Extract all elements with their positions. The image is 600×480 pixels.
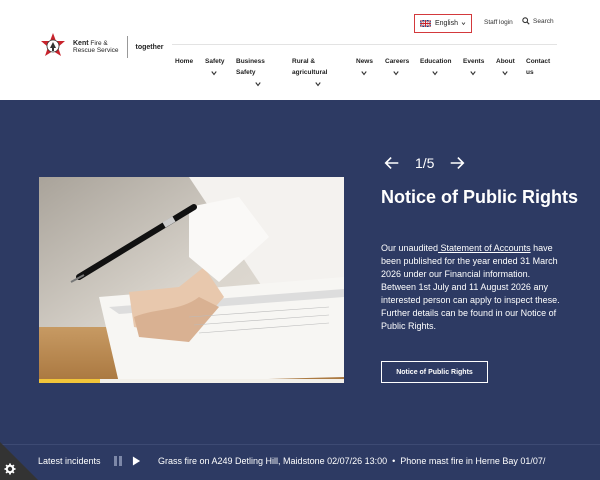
chevron-down-icon [361, 71, 367, 76]
chevron-down-icon [502, 71, 508, 76]
chevron-down-icon [255, 82, 261, 87]
incidents-list: Grass fire on A249 Detling Hill, Maidsto… [158, 456, 600, 466]
chevron-down-icon [393, 71, 399, 76]
pause-icon[interactable] [114, 456, 122, 466]
language-selector[interactable]: English [414, 14, 472, 33]
nav-education-label: Education [420, 58, 452, 65]
nav-business-safety-label: Business Safety [236, 58, 265, 76]
nav-about-label: About [496, 58, 515, 65]
arrow-right-icon[interactable] [448, 154, 466, 172]
nav-safety-label: Safety [205, 58, 225, 65]
search-button[interactable]: Search [522, 17, 554, 25]
incident-separator: • [392, 456, 396, 466]
statement-of-accounts-link[interactable]: Statement of Accounts [438, 243, 531, 253]
hand-signing-document-image [39, 177, 344, 383]
nav-home[interactable]: Home [175, 56, 193, 67]
notice-of-public-rights-button[interactable]: Notice of Public Rights [381, 361, 488, 383]
nav-contact-us-label: Contact us [526, 58, 551, 76]
site-header: Kent Fire & Rescue Service together Engl… [0, 0, 600, 100]
incidents-ticker: Latest incidents Grass fire on A249 Detl… [0, 444, 600, 480]
nav-events-label: Events [463, 58, 485, 65]
nav-business-safety[interactable]: Business Safety [236, 56, 280, 87]
slide-title: Notice of Public Rights [381, 187, 579, 207]
brand-name-line2: Rescue Service [73, 47, 119, 54]
logo-divider [126, 36, 128, 58]
staff-login-link[interactable]: Staff login [484, 19, 513, 26]
chevron-down-icon [470, 71, 476, 76]
arrow-left-icon[interactable] [383, 154, 401, 172]
site-logo[interactable]: Kent Fire & Rescue Service together [38, 32, 164, 62]
slide-body-suffix: have been published for the year ended 3… [381, 243, 560, 331]
brand-name-bold: Kent [73, 39, 89, 47]
kfrs-crest-icon [38, 32, 68, 62]
chevron-down-icon [432, 71, 438, 76]
slide-body-prefix: Our unaudited [381, 243, 439, 253]
nav-safety[interactable]: Safety [205, 56, 225, 76]
latest-incidents-label: Latest incidents [38, 456, 101, 466]
nav-news[interactable]: News [356, 56, 373, 76]
nav-about[interactable]: About [496, 56, 515, 76]
slide-body: Our unaudited Statement of Accounts have… [381, 242, 566, 333]
slide-image [39, 177, 344, 383]
nav-careers[interactable]: Careers [385, 56, 409, 76]
slide-counter: 1/5 [415, 155, 435, 171]
nav-news-label: News [356, 58, 373, 65]
play-icon[interactable] [132, 456, 141, 466]
brand-name-rest: Fire & [90, 39, 108, 47]
chevron-down-icon [211, 71, 217, 76]
nav-education[interactable]: Education [420, 56, 451, 76]
slide-progress-fill [39, 379, 100, 383]
nav-events[interactable]: Events [463, 56, 484, 76]
chevron-down-icon [461, 22, 466, 26]
nav-home-label: Home [175, 58, 194, 65]
incident-item[interactable]: Grass fire on A249 Detling Hill, Maidsto… [158, 456, 387, 466]
slider-controls: 1/5 [383, 154, 466, 172]
utility-divider [172, 44, 557, 45]
nav-rural-agricultural-label: Rural & agricultural [292, 58, 328, 76]
nav-rural-agricultural[interactable]: Rural & agricultural [292, 56, 344, 87]
incident-item[interactable]: Phone mast fire in Herne Bay 01/07/ [400, 456, 545, 466]
search-label: Search [533, 17, 554, 25]
nav-careers-label: Careers [385, 58, 410, 65]
cookie-settings-button[interactable] [0, 440, 40, 480]
nav-contact-us[interactable]: Contact us [526, 56, 556, 78]
chevron-down-icon [315, 82, 321, 87]
slide-progress-bar [39, 379, 344, 383]
uk-flag-icon [419, 19, 432, 28]
language-label: English [435, 20, 458, 27]
brand-name: Kent Fire & Rescue Service [73, 40, 119, 55]
brand-tagline: together [135, 43, 164, 51]
search-icon [522, 17, 530, 25]
utility-bar: English Staff login Search [414, 14, 554, 33]
